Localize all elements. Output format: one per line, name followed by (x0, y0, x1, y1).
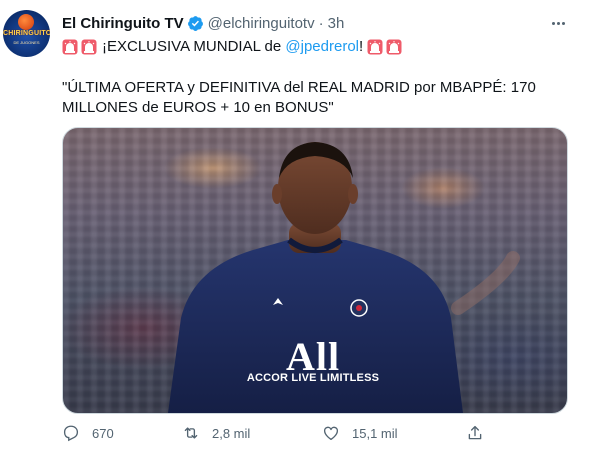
siren-icon (81, 39, 97, 55)
verified-badge-icon (187, 15, 204, 32)
like-button[interactable]: 15,1 mil (322, 424, 398, 442)
siren-icon (62, 39, 78, 55)
retweet-icon (182, 424, 200, 442)
action-bar: 670 2,8 mil 15,1 mil (60, 424, 500, 446)
jersey-sponsor-text: ACCOR LIVE LIMITLESS (246, 372, 380, 384)
avatar-logo-subtext: DE JUGONES (13, 40, 40, 45)
tweet[interactable]: CHIRINGUITO DE JUGONES El Chiringuito TV… (0, 0, 594, 450)
retweet-button[interactable]: 2,8 mil (182, 424, 250, 442)
retweet-count: 2,8 mil (212, 425, 251, 441)
avatar-ball-graphic (18, 14, 34, 30)
tweet-quote-line-2: MILLONES de EUROS + 10 en BONUS" (62, 99, 334, 116)
mention-suffix: ! (359, 38, 364, 55)
tweet-photo[interactable]: All ACCOR LIVE LIMITLESS (62, 127, 568, 414)
display-name[interactable]: El Chiringuito TV (62, 15, 184, 32)
exclusive-text: ¡EXCLUSIVA MUNDIAL de (102, 38, 286, 55)
like-count: 15,1 mil (352, 425, 398, 441)
handle[interactable]: @elchiringuitotv (208, 15, 315, 32)
tweet-text-line-1: ¡EXCLUSIVA MUNDIAL de @jpedrerol ! (62, 37, 405, 57)
more-icon[interactable] (541, 13, 575, 33)
siren-icon (367, 39, 383, 55)
avatar-logo-text: CHIRINGUITO (3, 30, 50, 37)
share-icon (466, 424, 484, 442)
tweet-quote-line-1: "ÚLTIMA OFERTA y DEFINITIVA del REAL MAD… (62, 79, 536, 96)
mention-link[interactable]: @jpedrerol (285, 37, 359, 57)
separator-dot: · (318, 14, 324, 32)
reply-count: 670 (92, 425, 114, 441)
avatar[interactable]: CHIRINGUITO DE JUGONES (3, 10, 50, 57)
reply-icon (62, 424, 80, 442)
tweet-header: El Chiringuito TV @elchiringuitotv · 3h (62, 13, 344, 33)
like-icon (322, 424, 340, 442)
timestamp[interactable]: 3h (328, 15, 345, 32)
reply-button[interactable]: 670 (62, 424, 114, 442)
share-button[interactable] (466, 424, 484, 442)
siren-icon (386, 39, 402, 55)
